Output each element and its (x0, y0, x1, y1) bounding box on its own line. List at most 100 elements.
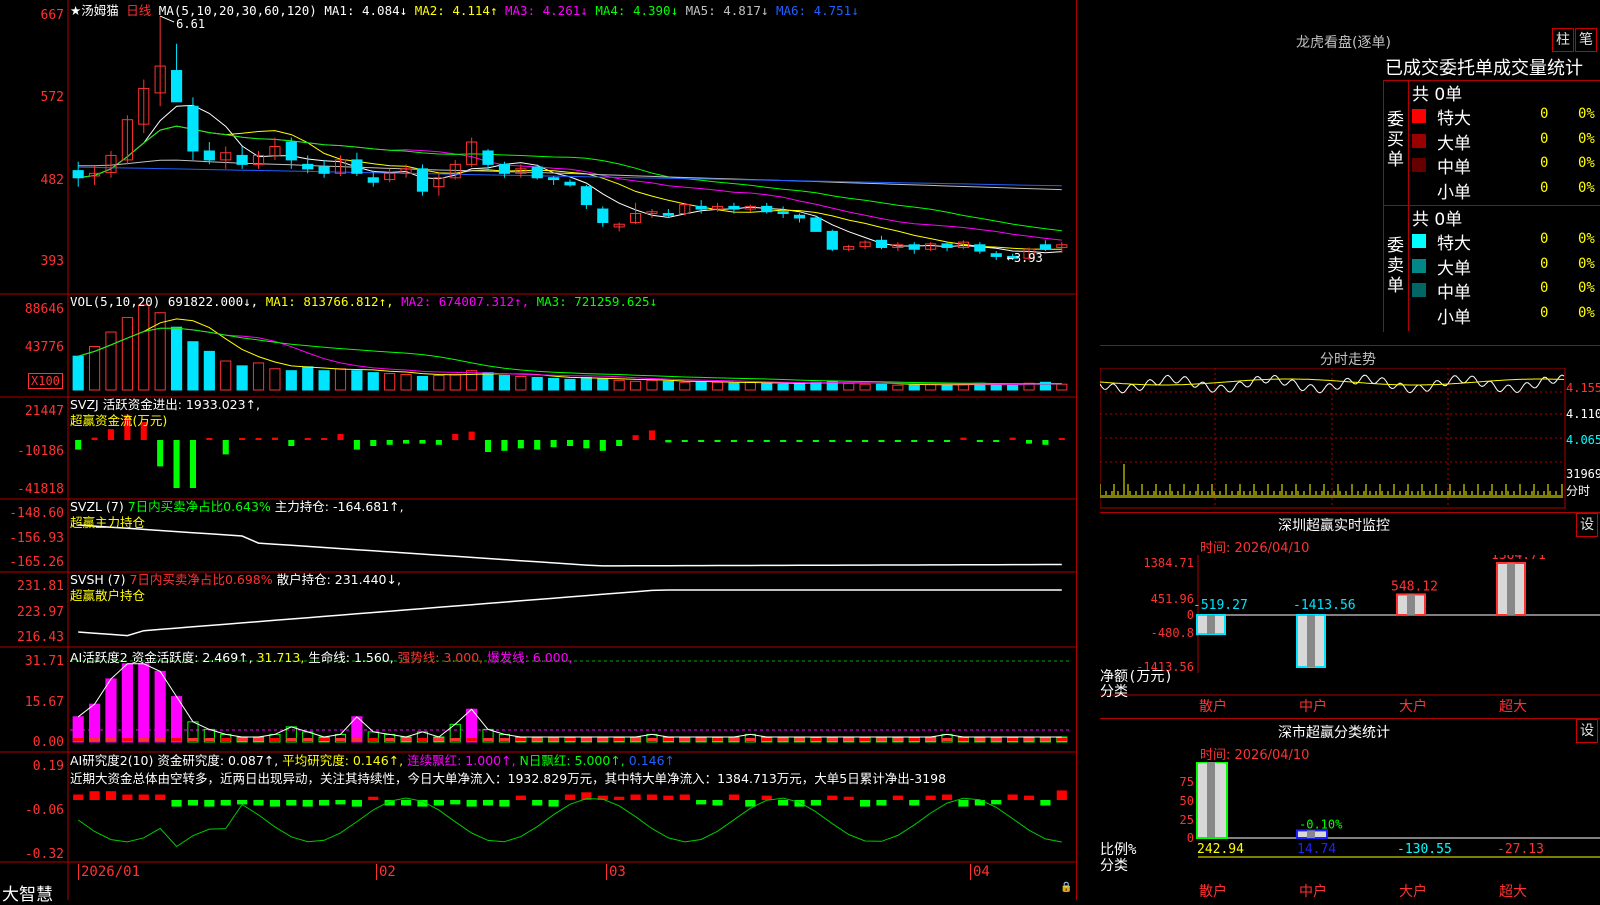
active-base (204, 738, 215, 741)
svzj-bar (353, 440, 360, 450)
classify-axis-tick: 0 (1187, 831, 1194, 845)
volume-bar (679, 381, 691, 391)
active-base (564, 738, 576, 741)
ai-research-item-2: 连续飘红: 1.000↑, (407, 753, 520, 768)
research-bar (515, 795, 526, 800)
svzj-bar (370, 440, 377, 446)
research-bar (466, 800, 477, 807)
candle-body (777, 211, 789, 215)
research-bar (974, 800, 985, 806)
sell-row-pct: 0% (1578, 280, 1595, 296)
volume-bar (793, 382, 806, 391)
monitor-axis-tick: 1384.71 (1143, 556, 1194, 570)
active-bar (138, 663, 150, 743)
svzj-bar (517, 440, 524, 449)
research-bar (532, 800, 543, 806)
monitor-category-label: 散户 (1199, 698, 1227, 715)
sell-row-name: 特大 (1437, 234, 1471, 254)
sell-row-count: 0 (1540, 304, 1549, 321)
ai-research-title: AI研究度2(10) (70, 753, 154, 768)
svzj-line1: 活跃资金进出: 1933.023↑, (102, 397, 261, 412)
svzj-bar (206, 438, 213, 440)
lhb-tabs[interactable]: 已成交委托单成交量统计 (1385, 54, 1583, 80)
tick-mode-button[interactable]: 笔 (1575, 28, 1597, 52)
volume-bar (580, 376, 592, 391)
active-base (728, 738, 740, 741)
monitor-bar-shade (1207, 615, 1215, 635)
svzj-bar (1025, 440, 1033, 444)
buy-row-swatch (1412, 133, 1426, 148)
research-bar (1007, 794, 1018, 800)
monitor-settings-button[interactable]: 设 (1576, 513, 1598, 537)
volume-bar (941, 384, 953, 391)
svzj-line2: 超赢资金流(万元) (70, 413, 168, 428)
high-mark-label: 6.61 (176, 17, 205, 31)
intraday-chart[interactable]: 4.155 4.110 4.065 31969 分时 (1100, 368, 1600, 510)
lock-icon[interactable]: 🔒 (1060, 883, 1072, 893)
research-bar (400, 800, 412, 806)
candle-body (302, 163, 314, 170)
ai-active-tick: 15.67 (24, 695, 64, 710)
active-base (220, 738, 231, 741)
monitor-bar-label: 1384.71 (1491, 555, 1546, 563)
svzj-bar (255, 438, 262, 440)
stock-name[interactable]: ★汤姆猫 (70, 3, 119, 18)
buy-row-pct: 0% (1578, 106, 1595, 122)
candle-body (580, 186, 592, 206)
svzl-line (78, 524, 1062, 567)
candle-body (72, 170, 84, 179)
classify-value-label: 242.94 (1197, 842, 1244, 857)
candle-body (203, 150, 215, 161)
volume-bar (416, 375, 429, 391)
svzj-bar (271, 437, 278, 440)
svzj-bar (780, 440, 787, 442)
buy-row-pct: 0% (1578, 130, 1595, 147)
svzj-bar (534, 440, 541, 450)
bar-mode-button[interactable]: 柱 (1552, 28, 1574, 52)
kline-header: ★汤姆猫 日线 MA(5,10,20,30,60,120) MA1: 4.084… (70, 0, 859, 19)
ai-active-title: AI活跃度2 (70, 650, 128, 665)
active-bar (89, 703, 101, 743)
research-bar (614, 796, 625, 800)
svzj-title: SVZJ (70, 397, 99, 412)
active-base (712, 738, 723, 741)
volume-bar (400, 374, 412, 391)
svzj-bar (599, 440, 606, 451)
active-bar (105, 678, 117, 743)
ai-research-tick: -0.32 (24, 847, 64, 862)
classify-settings-button[interactable]: 设 (1576, 719, 1598, 743)
svzj-bar (960, 437, 967, 440)
ai-research-tick: -0.06 (24, 803, 64, 818)
svzl-header: SVZL (7) 7日内买卖净占比0.643% 主力持仓: -164.681↑,… (70, 499, 404, 531)
volume-bar (302, 366, 314, 391)
ma-indicator-2: MA3: 4.261↓ (505, 3, 596, 18)
active-base (646, 738, 658, 741)
candle-body (416, 168, 429, 192)
volume-bar (138, 304, 150, 391)
period-label[interactable]: 日线 (126, 3, 151, 18)
classify-bar-mark: -0.10% (1299, 817, 1343, 831)
svsh-title: SVSH (7) (70, 572, 126, 587)
candle-body (498, 163, 511, 174)
volume-bar (777, 383, 789, 391)
svsh-tick: 223.97 (17, 605, 64, 620)
research-bar (1023, 795, 1035, 800)
svzj-bar (812, 440, 819, 442)
candle-body (941, 243, 953, 248)
volume-bar (236, 365, 248, 391)
volume-bar (875, 383, 888, 391)
research-bar (269, 800, 280, 807)
svzj-bar (763, 440, 770, 442)
research-bar (925, 795, 936, 800)
volume-bar (711, 381, 724, 391)
monitor-category-label: 中户 (1299, 698, 1327, 715)
svzj-bar (501, 440, 508, 451)
ma-line-30 (78, 125, 1062, 232)
active-base (630, 738, 641, 741)
active-base (532, 738, 543, 741)
active-base (778, 738, 789, 741)
active-base (466, 738, 477, 741)
active-base (89, 738, 100, 741)
ai-research-item-1: 平均研究度: 0.146↑, (282, 753, 408, 768)
vol-ma-line-5 (78, 318, 1062, 386)
